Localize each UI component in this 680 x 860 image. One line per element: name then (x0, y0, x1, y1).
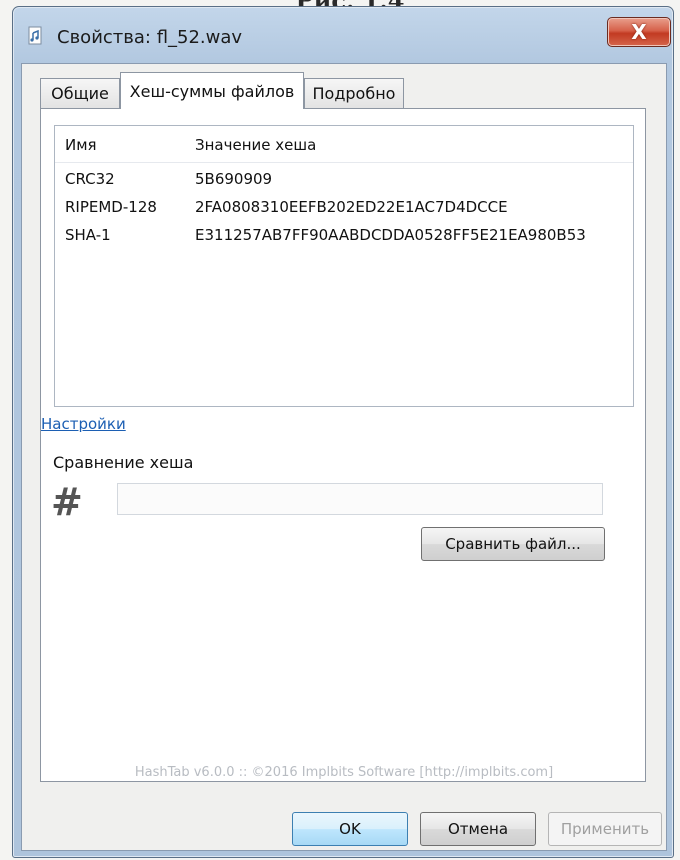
tab-details[interactable]: Подробно (304, 78, 404, 108)
list-item[interactable]: SHA-1 E311257AB7FF90AABDCDDA0528FF5E21EA… (55, 222, 633, 250)
hash-name: SHA-1 (65, 226, 111, 244)
list-header: Имя Значение хеша (55, 126, 633, 163)
hash-name: RIPEMD-128 (65, 198, 157, 216)
hash-list[interactable]: Имя Значение хеша CRC32 5B690909 RIPEMD-… (54, 125, 634, 407)
settings-link[interactable]: Настройки (41, 415, 126, 433)
hash-value: 5B690909 (195, 170, 273, 188)
column-name[interactable]: Имя (65, 136, 97, 154)
hashtab-credits: HashTab v6.0.0 :: ©2016 Implbits Softwar… (134, 765, 554, 780)
compare-file-button[interactable]: Сравнить файл... (421, 527, 605, 561)
list-item[interactable]: RIPEMD-128 2FA0808310EEFB202ED22E1AC7D4D… (55, 194, 633, 222)
hash-compare-group: Сравнение хеша # Сравнить файл... (41, 443, 647, 593)
tab-general[interactable]: Общие (40, 78, 120, 108)
hash-compare-input[interactable] (117, 483, 603, 515)
close-icon: X (631, 20, 647, 44)
hash-name: CRC32 (65, 170, 115, 188)
ok-button[interactable]: OK (292, 812, 408, 846)
column-hash-value[interactable]: Значение хеша (195, 136, 316, 154)
cancel-button[interactable]: Отмена (420, 812, 536, 846)
hash-value: 2FA0808310EEFB202ED22E1AC7D4DCCE (195, 198, 508, 216)
properties-window: Свойства: fl_52.wav X Общие Хеш-суммы фа… (12, 6, 674, 858)
compare-group-label: Сравнение хеша (53, 453, 194, 472)
tab-file-hashes[interactable]: Хеш-суммы файлов (120, 72, 304, 109)
hash-tab-panel: Имя Значение хеша CRC32 5B690909 RIPEMD-… (40, 108, 646, 782)
hash-icon: # (51, 480, 83, 524)
list-item[interactable]: CRC32 5B690909 (55, 166, 633, 194)
close-button[interactable]: X (607, 17, 671, 47)
audio-file-icon (27, 25, 45, 47)
apply-button[interactable]: Применить (548, 812, 662, 846)
hash-value: E311257AB7FF90AABDCDDA0528FF5E21EA980B53 (195, 226, 586, 244)
dialog-client-area: Общие Хеш-суммы файлов Подробно Имя Знач… (21, 63, 667, 851)
window-title: Свойства: fl_52.wav (57, 27, 243, 48)
